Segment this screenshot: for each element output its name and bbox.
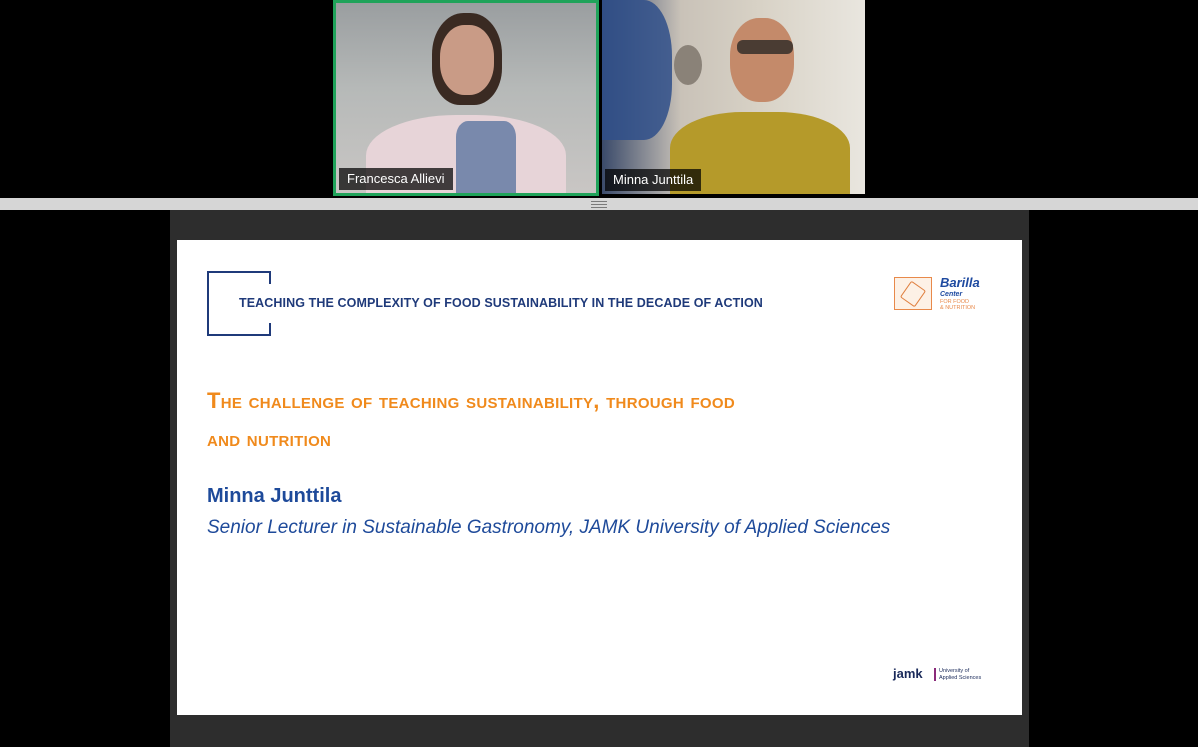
presenter-role: Senior Lecturer in Sustainable Gastronom… (207, 517, 891, 538)
participant-name-label: Francesca Allievi (339, 168, 453, 190)
jamk-logo-word: jamk (893, 666, 923, 681)
participant-tile-francesca[interactable]: Francesca Allievi (333, 0, 599, 196)
shared-screen: TEACHING THE COMPLEXITY OF FOOD SUSTAINA… (170, 210, 1029, 747)
barilla-logo-icon (894, 277, 932, 310)
presenter-name: Minna Junttila (207, 485, 342, 507)
meeting-window: Francesca Allievi Minna Junttila TEACHIN… (0, 0, 1198, 747)
participant-name-label: Minna Junttila (605, 169, 702, 191)
barilla-logo-name: Barilla (940, 275, 980, 290)
video-gallery-strip: Francesca Allievi Minna Junttila (0, 0, 1198, 198)
participant-video (336, 3, 596, 193)
jamk-logo-separator (934, 668, 936, 681)
barilla-center-logo: Barilla Center FOR FOOD & NUTRITION (894, 275, 994, 314)
header-frame-decoration (269, 323, 271, 336)
resize-grip-icon[interactable] (591, 201, 607, 208)
presentation-slide: TEACHING THE COMPLEXITY OF FOOD SUSTAINA… (177, 240, 1022, 715)
participant-video (602, 0, 865, 194)
barilla-logo-subtitle: Center FOR FOOD & NUTRITION (940, 291, 976, 311)
screen-share-area: TEACHING THE COMPLEXITY OF FOOD SUSTAINA… (0, 210, 1198, 747)
slide-title: The challenge of teaching sustainability… (207, 388, 735, 451)
participant-tile-minna[interactable]: Minna Junttila (602, 0, 865, 194)
slide-header: TEACHING THE COMPLEXITY OF FOOD SUSTAINA… (239, 296, 763, 310)
jamk-logo-subtitle: University of Applied Sciences (939, 668, 982, 681)
header-frame-decoration (269, 271, 271, 284)
